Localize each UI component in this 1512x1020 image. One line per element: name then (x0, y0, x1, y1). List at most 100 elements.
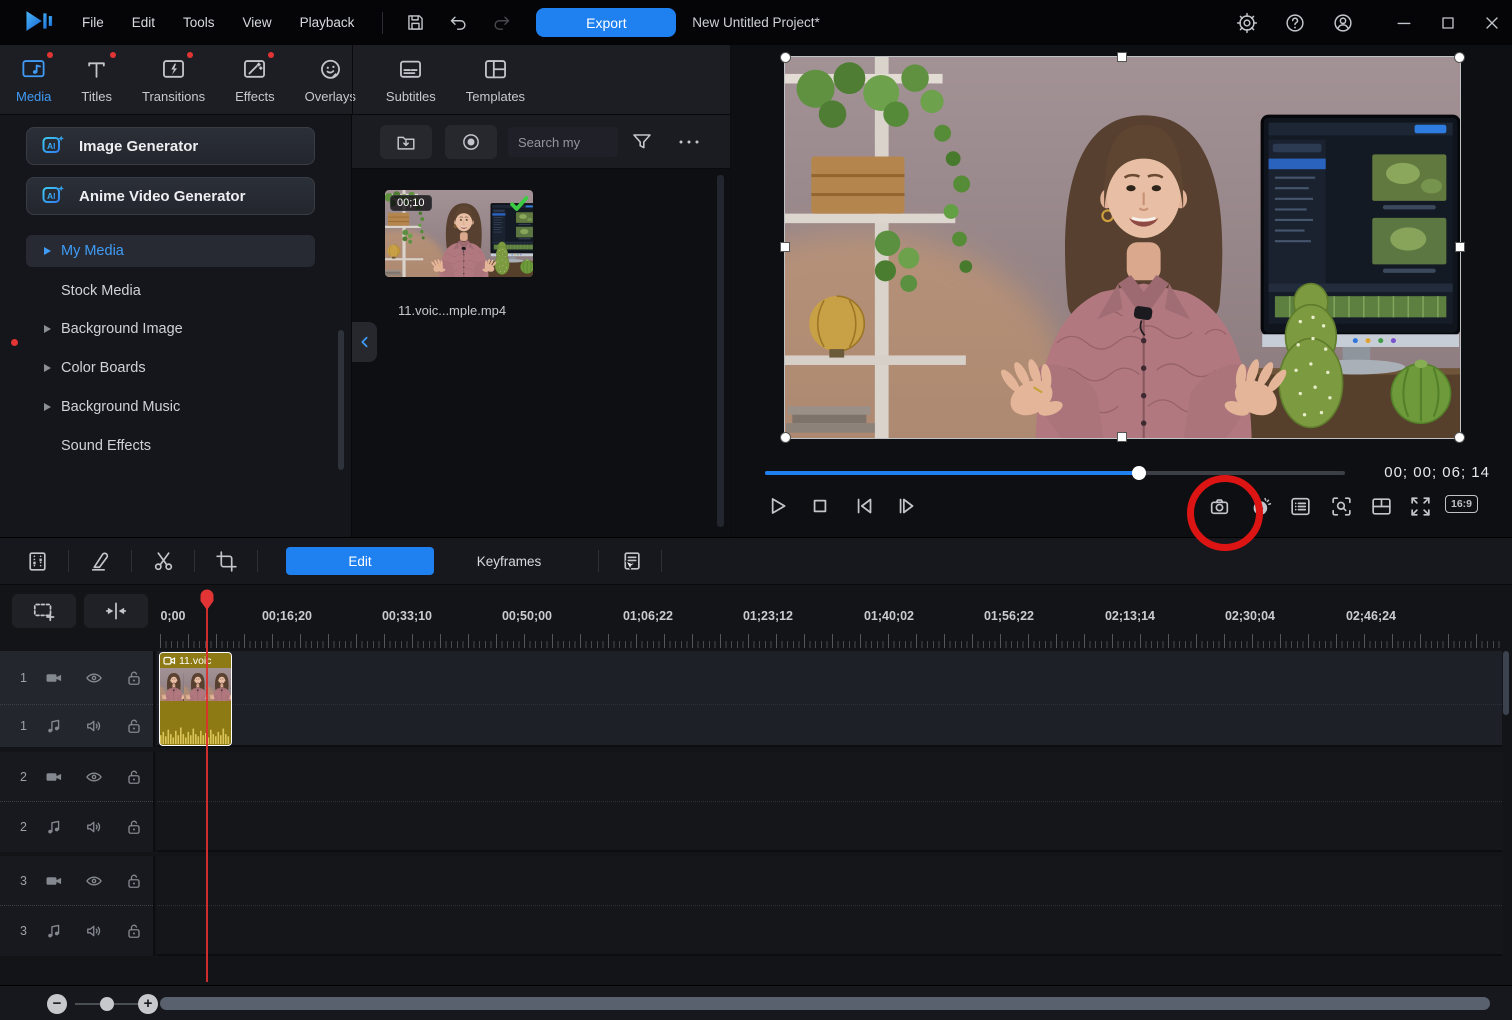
save-button[interactable] (405, 12, 426, 33)
audio-track-1-lane[interactable] (157, 705, 1502, 747)
adjust-panel-button[interactable] (20, 544, 54, 578)
selection-handle-top-right[interactable] (1454, 52, 1465, 63)
menu-file[interactable]: File (82, 15, 104, 30)
zoom-in-button[interactable]: + (138, 994, 158, 1014)
selection-handle-mid-left[interactable] (780, 242, 790, 252)
sidebar-item-color-boards[interactable]: Color Boards (26, 352, 315, 384)
selection-handle-top-left[interactable] (780, 52, 791, 63)
track-lock-icon[interactable] (124, 668, 144, 688)
track-visibility-eye-icon[interactable] (84, 767, 104, 787)
media-scrollbar[interactable] (717, 175, 724, 527)
record-button[interactable] (445, 125, 497, 159)
snapshot-camera-button[interactable] (1203, 490, 1235, 522)
menu-view[interactable]: View (243, 15, 272, 30)
timeline-clip[interactable]: 11.voic (159, 652, 232, 746)
play-button[interactable] (761, 490, 793, 522)
import-media-button[interactable] (380, 125, 432, 159)
add-track-button[interactable] (12, 594, 76, 628)
menu-edit[interactable]: Edit (132, 15, 155, 30)
zoom-fit-button[interactable] (1325, 490, 1357, 522)
tab-titles[interactable]: Titles (81, 56, 112, 104)
keyframes-mode-tab[interactable]: Keyframes (434, 547, 584, 575)
playhead-marker[interactable] (199, 588, 215, 615)
preview-video-canvas[interactable] (785, 57, 1460, 438)
aspect-ratio-button[interactable]: 16:9 (1445, 495, 1478, 513)
edit-mode-tab[interactable]: Edit (286, 547, 434, 575)
razor-tool-button[interactable] (83, 544, 117, 578)
track-lock-icon[interactable] (124, 817, 144, 837)
context-menu-button[interactable] (613, 544, 647, 578)
next-frame-button[interactable] (890, 490, 922, 522)
audio-track-3-lane[interactable] (157, 906, 1502, 956)
stop-button[interactable] (804, 490, 836, 522)
timeline-ruler-ticks[interactable] (160, 632, 1502, 648)
selection-handle-mid-right[interactable] (1455, 242, 1465, 252)
seek-bar[interactable] (765, 471, 1345, 475)
tab-transitions[interactable]: Transitions (142, 56, 205, 104)
sidebar-item-my-media[interactable]: My Media (26, 235, 315, 267)
track-mute-speaker-icon[interactable] (84, 817, 104, 837)
minimize-button[interactable] (1394, 13, 1414, 33)
menu-tools[interactable]: Tools (183, 15, 215, 30)
sidebar-item-background-music[interactable]: Background Music (26, 391, 315, 423)
video-track-2-lane[interactable] (157, 752, 1502, 802)
playhead-line[interactable] (206, 590, 208, 982)
image-generator-button[interactable]: AI Image Generator (26, 127, 315, 165)
timeline-vertical-scrollbar[interactable] (1503, 651, 1509, 715)
filter-funnel-icon[interactable] (630, 130, 654, 154)
selection-handle-bottom-left[interactable] (780, 432, 791, 443)
sidebar-item-stock-media[interactable]: Stock Media (26, 275, 315, 307)
track-visibility-eye-icon[interactable] (84, 668, 104, 688)
tab-templates[interactable]: Templates (466, 56, 525, 104)
timeline-horizontal-scrollbar[interactable] (160, 997, 1490, 1010)
effects-icon (241, 56, 268, 83)
split-scissors-button[interactable] (146, 544, 180, 578)
zoom-slider-knob[interactable] (100, 997, 114, 1011)
track-lock-icon[interactable] (124, 767, 144, 787)
menu-playback[interactable]: Playback (300, 15, 355, 30)
track-mute-speaker-icon[interactable] (84, 921, 104, 941)
crop-button[interactable] (209, 544, 243, 578)
undo-button[interactable] (448, 12, 469, 33)
search-input[interactable] (508, 127, 618, 157)
tab-media[interactable]: Media (16, 56, 51, 104)
settings-gear-icon[interactable] (1236, 12, 1258, 34)
selection-handle-top-center[interactable] (1117, 52, 1127, 62)
tab-overlays[interactable]: Overlays (305, 56, 356, 104)
selection-handle-bottom-right[interactable] (1454, 432, 1465, 443)
timeline-panel[interactable]: 0;00 00;16;20 00;33;10 00;50;00 01;06;22… (0, 585, 1512, 985)
track-lock-icon[interactable] (124, 716, 144, 736)
media-clip-card[interactable]: 00;10 (385, 190, 533, 277)
export-button[interactable]: Export (536, 8, 676, 37)
track-visibility-eye-icon[interactable] (84, 871, 104, 891)
tab-effects[interactable]: Effects (235, 56, 275, 104)
maximize-button[interactable] (1438, 13, 1458, 33)
timeline-ruler[interactable]: 0;00 00;16;20 00;33;10 00;50;00 01;06;22… (157, 609, 1512, 625)
zoom-out-button[interactable]: − (47, 994, 67, 1014)
selection-handle-bottom-center[interactable] (1117, 432, 1127, 442)
sidebar-item-background-image[interactable]: Background Image (26, 313, 315, 345)
track-lock-icon[interactable] (124, 871, 144, 891)
video-track-1-lane[interactable] (157, 651, 1502, 705)
close-button[interactable] (1482, 13, 1502, 33)
render-preview-button[interactable] (1246, 490, 1278, 522)
help-icon[interactable] (1284, 12, 1306, 34)
more-options-button[interactable] (676, 133, 702, 151)
anime-video-generator-button[interactable]: AI Anime Video Generator (26, 177, 315, 215)
split-screen-button[interactable] (1365, 490, 1397, 522)
playback-quality-list-button[interactable] (1284, 490, 1316, 522)
seek-knob[interactable] (1132, 466, 1146, 480)
fullscreen-button[interactable] (1404, 490, 1436, 522)
track-mute-speaker-icon[interactable] (84, 716, 104, 736)
previous-frame-button[interactable] (848, 490, 880, 522)
audio-track-2-lane[interactable] (157, 802, 1502, 852)
account-icon[interactable] (1332, 12, 1354, 34)
sidebar-item-sound-effects[interactable]: Sound Effects (26, 430, 315, 462)
video-track-3-lane[interactable] (157, 856, 1502, 906)
tab-subtitles[interactable]: Subtitles (386, 56, 436, 104)
redo-button[interactable] (491, 12, 512, 33)
track-lock-icon[interactable] (124, 921, 144, 941)
snap-button[interactable] (84, 594, 148, 628)
sidebar-scrollbar[interactable] (338, 330, 344, 470)
collapse-panel-button[interactable] (352, 322, 377, 362)
